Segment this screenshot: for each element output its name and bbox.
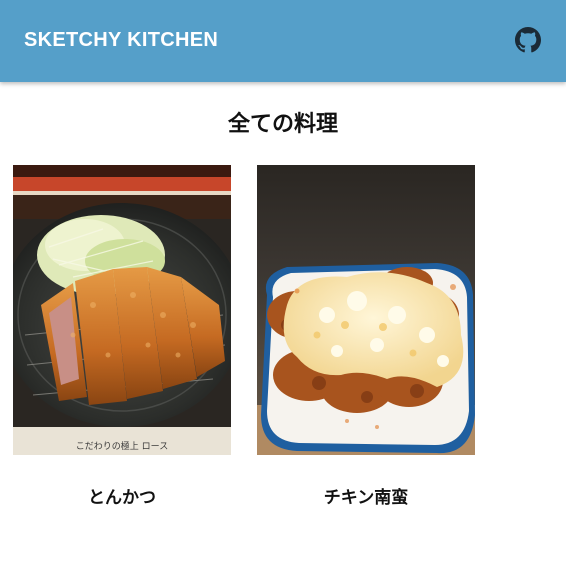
menu-card-text: こだわりの極上 ロース [76,440,168,452]
recipe-name[interactable]: とんかつ [13,483,231,508]
recipe-card-chicken-nanban[interactable]: チキン南蛮 [257,165,475,508]
recipe-name[interactable]: チキン南蛮 [257,483,475,508]
chicken-nanban-photo[interactable] [257,165,475,455]
app-bar: SKETCHY KITCHEN [0,0,566,82]
tonkatsu-photo[interactable]: こだわりの極上 ロース [13,165,231,455]
github-icon[interactable] [515,27,541,53]
recipe-card-tonkatsu[interactable]: こだわりの極上 ロース とんかつ [13,165,231,508]
site-title[interactable]: SKETCHY KITCHEN [24,29,218,52]
page-title: 全ての料理 [227,112,338,137]
